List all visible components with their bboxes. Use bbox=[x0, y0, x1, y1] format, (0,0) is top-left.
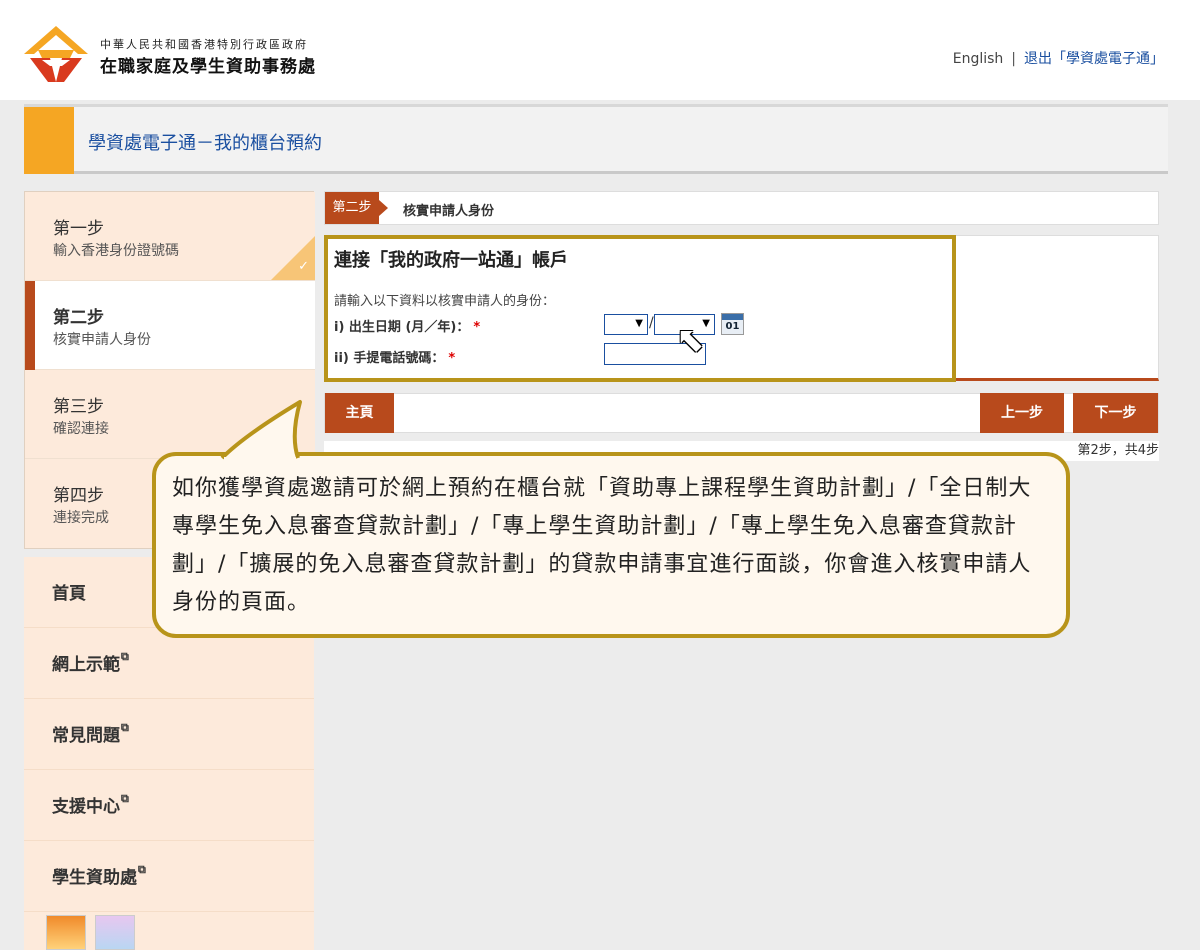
menu-item-label: 支援中心 bbox=[52, 797, 120, 817]
org-name-line2: 在職家庭及學生資助事務處 bbox=[100, 57, 316, 77]
external-link-icon: ⧉ bbox=[138, 863, 146, 876]
external-link-icon: ⧉ bbox=[121, 650, 129, 663]
step-subtitle: 連接完成 bbox=[53, 510, 109, 526]
page-title-bar: 學資處電子通－我的櫃台預約 bbox=[24, 107, 1168, 174]
step-subtitle: 輸入香港身份證號碼 bbox=[53, 243, 179, 259]
logo-icon[interactable] bbox=[24, 26, 88, 82]
menu-item-demo[interactable]: 網上示範⧉ bbox=[24, 628, 314, 699]
page-title: 學資處電子通－我的櫃台預約 bbox=[88, 133, 322, 154]
logout-link[interactable]: 退出「學資處電子通」 bbox=[1024, 51, 1164, 67]
step-title: 第一步 bbox=[53, 219, 104, 239]
menu-item-label: 首頁 bbox=[52, 584, 86, 604]
required-mark: * bbox=[448, 351, 456, 366]
prev-step-button[interactable]: 上一步 bbox=[980, 393, 1064, 433]
promo-thumbnails bbox=[46, 915, 139, 950]
site-header: 中華人民共和國香港特別行政區政府 在職家庭及學生資助事務處 English | 退出… bbox=[0, 0, 1200, 100]
mouse-cursor-icon: ⬉ bbox=[676, 320, 705, 360]
menu-item-label: 網上示範 bbox=[52, 655, 120, 675]
step-badge: 第二步 bbox=[325, 192, 388, 224]
menu-item-sfo[interactable]: 學生資助處⧉ bbox=[24, 841, 314, 912]
next-step-button[interactable]: 下一步 bbox=[1073, 393, 1158, 433]
step-item-1: 第一步 輸入香港身份證號碼 ✓ bbox=[25, 192, 315, 281]
menu-item-faq[interactable]: 常見問題⧉ bbox=[24, 699, 314, 770]
dob-label: i) 出生日期 (月／年)： * bbox=[334, 316, 480, 335]
step-subtitle: 核實申請人身份 bbox=[53, 332, 151, 348]
form-description: 請輸入以下資料以核實申請人的身份： bbox=[334, 294, 556, 309]
external-link-icon: ⧉ bbox=[121, 792, 129, 805]
chevron-down-icon: ▼ bbox=[635, 318, 643, 329]
menu-item-label: 學生資助處 bbox=[52, 868, 137, 888]
promo-thumbnail[interactable] bbox=[46, 915, 86, 950]
english-link[interactable]: English bbox=[953, 51, 1004, 67]
promo-thumbnail[interactable] bbox=[95, 915, 136, 950]
step-subtitle: 確認連接 bbox=[53, 421, 109, 437]
phone-label-text: ii) 手提電話號碼： bbox=[334, 351, 445, 366]
top-links: English | 退出「學資處電子通」 bbox=[953, 48, 1164, 68]
step-title: 第二步 bbox=[53, 308, 104, 328]
form-title: 連接「我的政府一站通」帳戶 bbox=[334, 250, 568, 271]
link-separator: | bbox=[1011, 51, 1016, 67]
callout-text: 如你獲學資處邀請可於網上預約在櫃台就「資助專上課程學生資助計劃」/「全日制大專學… bbox=[172, 476, 1032, 615]
checkmark-icon: ✓ bbox=[298, 259, 309, 274]
required-mark: * bbox=[473, 320, 481, 335]
title-accent bbox=[24, 107, 74, 174]
dob-label-text: i) 出生日期 (月／年)： bbox=[334, 320, 470, 335]
external-link-icon: ⧉ bbox=[121, 721, 129, 734]
phone-label: ii) 手提電話號碼： * bbox=[334, 347, 455, 366]
menu-item-label: 常見問題 bbox=[52, 726, 120, 746]
step-title: 第三步 bbox=[53, 397, 104, 417]
home-button[interactable]: 主頁 bbox=[325, 393, 394, 433]
menu-item-support[interactable]: 支援中心⧉ bbox=[24, 770, 314, 841]
step-item-2: 第二步 核實申請人身份 bbox=[25, 281, 315, 370]
org-name-line1: 中華人民共和國香港特別行政區政府 bbox=[100, 38, 308, 51]
current-step-bar: 第二步 核實申請人身份 bbox=[324, 191, 1159, 225]
month-select[interactable]: ▼ bbox=[604, 314, 648, 335]
step-name: 核實申請人身份 bbox=[403, 204, 495, 219]
step-title: 第四步 bbox=[53, 486, 104, 506]
date-slash: / bbox=[649, 315, 654, 331]
calendar-icon[interactable]: 01 bbox=[721, 313, 744, 335]
step-item-3: 第三步 確認連接 bbox=[25, 370, 315, 459]
